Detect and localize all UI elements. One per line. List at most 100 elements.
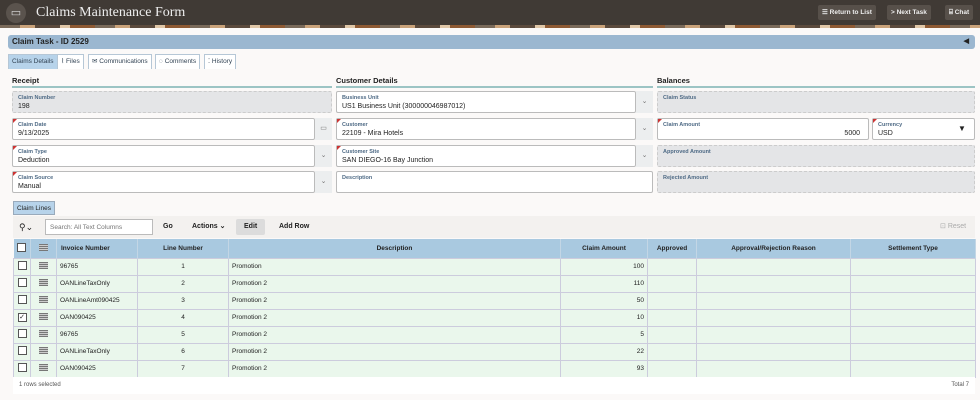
tab-history[interactable]: ⁚ History	[204, 54, 237, 69]
approved-cell[interactable]	[647, 308, 697, 327]
row-menu-icon[interactable]	[39, 296, 48, 303]
chevron-down-icon[interactable]: ⌄	[315, 171, 332, 193]
settlement-type-cell[interactable]	[850, 257, 976, 276]
claim-source-field[interactable]: Claim Source Manual	[12, 171, 315, 193]
settlement-type-cell[interactable]	[850, 359, 976, 378]
reason-cell[interactable]	[696, 257, 851, 276]
business-unit-field[interactable]: Business Unit US1 Business Unit (30000004…	[336, 91, 636, 113]
calendar-icon[interactable]: ▭	[315, 118, 332, 140]
approved-cell[interactable]	[647, 274, 697, 293]
table-row[interactable]: OANLineTaxOnly 6 Promotion 2 22	[13, 342, 976, 361]
search-icon[interactable]: ⚲⌄	[19, 216, 33, 238]
return-to-list-button[interactable]: ☰ Return to List	[818, 5, 876, 20]
claim-amount-cell[interactable]: 10	[560, 308, 648, 327]
description-cell[interactable]: Promotion 2	[228, 274, 561, 293]
search-input[interactable]	[45, 219, 153, 235]
row-menu-cell[interactable]	[30, 359, 57, 378]
claim-amount-cell[interactable]: 22	[560, 342, 648, 361]
description-cell[interactable]: Promotion	[228, 257, 561, 276]
row-menu-icon[interactable]	[39, 279, 48, 286]
add-row-button[interactable]: Add Row	[279, 216, 309, 238]
line-number-cell[interactable]: 5	[137, 325, 229, 344]
go-button[interactable]: Go	[163, 216, 173, 238]
reset-button[interactable]: ⊡ Reset	[940, 216, 966, 238]
row-checkbox[interactable]: ✓	[17, 313, 27, 322]
reason-cell[interactable]	[696, 291, 851, 310]
table-row[interactable]: OAN090425 7 Promotion 2 93	[13, 359, 976, 378]
invoice-number-cell[interactable]: OANLineTaxOnly	[56, 342, 138, 361]
line-number-cell[interactable]: 4	[137, 308, 229, 327]
claim-amount-cell[interactable]: 5	[560, 325, 648, 344]
row-menu-icon[interactable]	[39, 364, 48, 371]
row-menu-cell[interactable]	[30, 274, 57, 293]
chevron-down-icon[interactable]: ⌄	[636, 118, 653, 140]
row-menu-cell[interactable]	[30, 342, 57, 361]
row-select-cell[interactable]	[13, 325, 31, 344]
col-description[interactable]: Description	[228, 239, 561, 258]
edit-button[interactable]: Edit	[236, 219, 266, 235]
row-menu-icon[interactable]	[39, 347, 48, 354]
claim-amount-cell[interactable]: 50	[560, 291, 648, 310]
card-icon[interactable]: ▭	[6, 3, 26, 23]
settlement-type-cell[interactable]	[850, 291, 976, 310]
row-checkbox[interactable]	[17, 329, 27, 338]
tab-files[interactable]: ⌇ Files	[57, 54, 84, 69]
dropdown-arrow-icon[interactable]: ▼	[958, 124, 966, 133]
reason-cell[interactable]	[696, 274, 851, 293]
row-checkbox[interactable]	[17, 346, 27, 355]
row-menu-cell[interactable]	[30, 291, 57, 310]
select-all-header[interactable]	[13, 239, 31, 258]
row-checkbox[interactable]	[17, 261, 27, 270]
invoice-number-cell[interactable]: OANLineAmt090425	[56, 291, 138, 310]
col-invoice-number[interactable]: Invoice Number	[56, 239, 138, 258]
row-select-cell[interactable]	[13, 291, 31, 310]
settlement-type-cell[interactable]	[850, 342, 976, 361]
actions-menu[interactable]: Actions ⌄	[192, 216, 225, 238]
row-menu-cell[interactable]	[30, 325, 57, 344]
description-cell[interactable]: Promotion 2	[228, 291, 561, 310]
invoice-number-cell[interactable]: 96765	[56, 257, 138, 276]
table-row[interactable]: OANLineTaxOnly 2 Promotion 2 110	[13, 274, 976, 293]
row-menu-cell[interactable]	[30, 257, 57, 276]
claim-amount-cell[interactable]: 93	[560, 359, 648, 378]
row-menu-icon[interactable]	[39, 262, 48, 269]
invoice-number-cell[interactable]: OAN090425	[56, 359, 138, 378]
claim-amount-cell[interactable]: 110	[560, 274, 648, 293]
settlement-type-cell[interactable]	[850, 274, 976, 293]
invoice-number-cell[interactable]: OAN090425	[56, 308, 138, 327]
approved-cell[interactable]	[647, 325, 697, 344]
next-task-button[interactable]: > Next Task	[887, 5, 931, 20]
approved-cell[interactable]	[647, 291, 697, 310]
col-line-number[interactable]: Line Number	[137, 239, 229, 258]
row-checkbox[interactable]	[17, 363, 27, 372]
line-number-cell[interactable]: 2	[137, 274, 229, 293]
line-number-cell[interactable]: 3	[137, 291, 229, 310]
approved-cell[interactable]	[647, 359, 697, 378]
line-number-cell[interactable]: 7	[137, 359, 229, 378]
approved-cell[interactable]	[647, 342, 697, 361]
table-row[interactable]: 96765 5 Promotion 2 5	[13, 325, 976, 344]
row-select-cell[interactable]	[13, 342, 31, 361]
row-select-cell[interactable]: ✓	[13, 308, 31, 327]
collapse-icon[interactable]: ◀	[964, 35, 969, 49]
reason-cell[interactable]	[696, 325, 851, 344]
invoice-number-cell[interactable]: OANLineTaxOnly	[56, 274, 138, 293]
tab-communications[interactable]: ✉ Communications	[88, 54, 152, 69]
row-checkbox[interactable]	[17, 295, 27, 304]
table-row[interactable]: 96765 1 Promotion 100	[13, 257, 976, 276]
claim-type-field[interactable]: Claim Type Deduction	[12, 145, 315, 167]
line-number-cell[interactable]: 1	[137, 257, 229, 276]
row-menu-cell[interactable]	[30, 308, 57, 327]
description-cell[interactable]: Promotion 2	[228, 359, 561, 378]
row-select-cell[interactable]	[13, 359, 31, 378]
description-field[interactable]: Description	[336, 171, 653, 193]
tab-claims-details[interactable]: Claims Details	[8, 54, 58, 69]
settlement-type-cell[interactable]	[850, 308, 976, 327]
approved-cell[interactable]	[647, 257, 697, 276]
col-settlement-type[interactable]: Settlement Type	[850, 239, 976, 258]
row-menu-icon[interactable]	[39, 330, 48, 337]
chevron-down-icon[interactable]: ⌄	[636, 91, 653, 113]
table-row[interactable]: OANLineAmt090425 3 Promotion 2 50	[13, 291, 976, 310]
col-approved[interactable]: Approved	[647, 239, 697, 258]
description-cell[interactable]: Promotion 2	[228, 342, 561, 361]
